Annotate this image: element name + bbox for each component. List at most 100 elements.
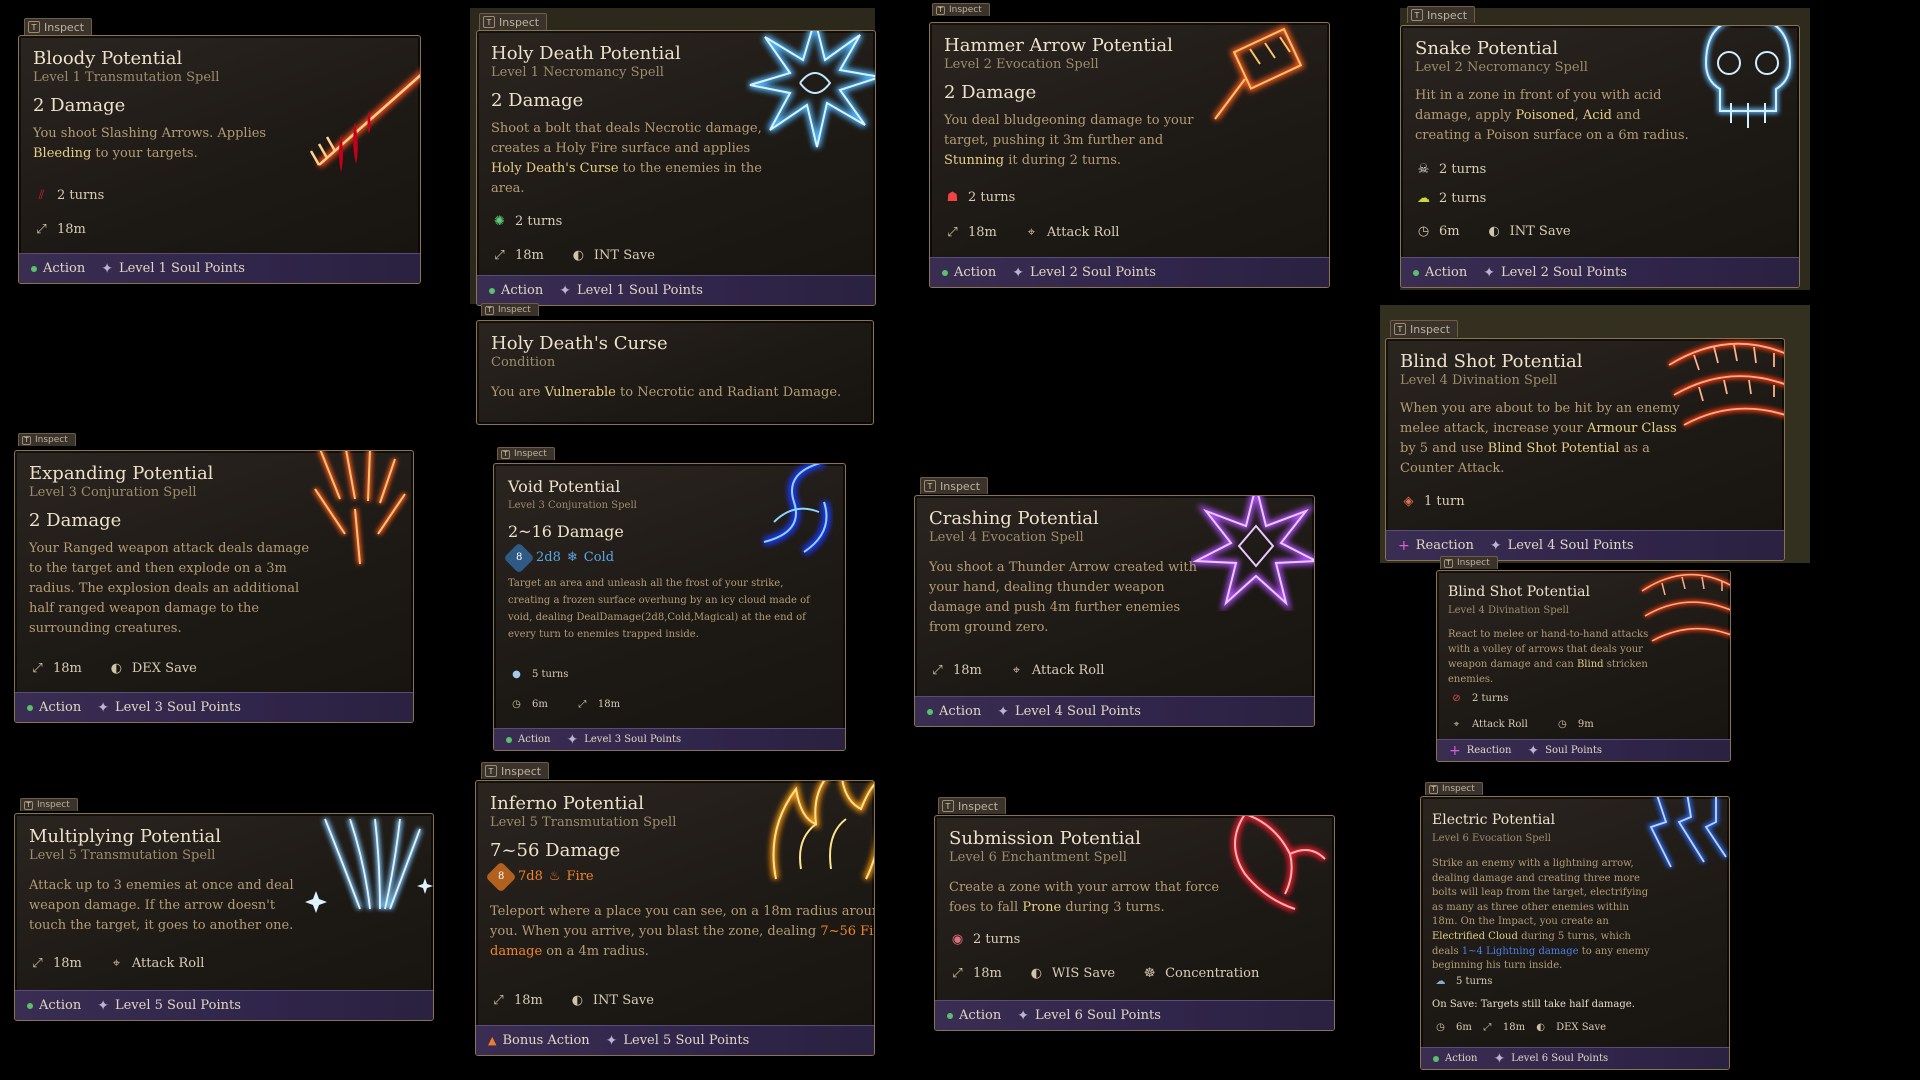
save-icon: ◐ bbox=[110, 661, 123, 676]
bleeding-icon: ⫽ bbox=[38, 188, 45, 203]
spell-subtitle: Level 4 Evocation Spell bbox=[929, 530, 1084, 545]
spell-card-hammer-arrow-potential: Hammer Arrow Potential Level 2 Evocation… bbox=[929, 22, 1330, 288]
radius-icon: ◷ bbox=[1557, 719, 1567, 730]
poisoned-icon: ☠ bbox=[1417, 162, 1430, 177]
action-dot-icon bbox=[947, 1012, 953, 1019]
spell-damage: 2 Damage bbox=[33, 95, 126, 116]
spell-subtitle: Level 3 Conjuration Spell bbox=[508, 500, 637, 511]
spell-card-multiplying-potential: Multiplying Potential Level 5 Transmutat… bbox=[14, 813, 434, 1021]
spell-title: Submission Potential bbox=[949, 828, 1141, 849]
spell-subtitle: Level 6 Evocation Spell bbox=[1432, 833, 1551, 844]
save-icon: ◐ bbox=[572, 248, 585, 263]
spell-card-electric-potential: Electric Potential Level 6 Evocation Spe… bbox=[1420, 796, 1730, 1070]
spell-card-void-potential: Void Potential Level 3 Conjuration Spell… bbox=[493, 463, 846, 751]
inspect-tag[interactable]: T Inspect bbox=[24, 18, 93, 35]
inspect-tag[interactable]: T Inspect bbox=[1425, 782, 1483, 795]
soul-points-icon: ✦ bbox=[97, 699, 109, 716]
spell-title: Inferno Potential bbox=[490, 793, 644, 814]
stat-duration: ☗ 2 turns bbox=[944, 190, 1016, 205]
spell-damage: 2 Damage bbox=[491, 90, 584, 111]
spell-card-blind-shot-potential-variant: Blind Shot Potential Level 4 Divination … bbox=[1436, 570, 1731, 762]
soul-points-icon: ✦ bbox=[1489, 537, 1502, 554]
action-dot-icon bbox=[942, 269, 948, 276]
electrified-cloud-icon: ☁ bbox=[1435, 976, 1446, 987]
spell-description: Teleport where a place you can see, on a… bbox=[490, 904, 875, 959]
soul-points-icon: ✦ bbox=[997, 703, 1009, 720]
inspect-tag[interactable]: T Inspect bbox=[938, 797, 1007, 814]
inspect-tag[interactable]: T Inspect bbox=[497, 447, 555, 460]
inspect-tag[interactable]: T Inspect bbox=[920, 477, 989, 494]
spell-title: Crashing Potential bbox=[929, 508, 1099, 529]
action-dot-icon bbox=[1433, 1055, 1439, 1062]
stat-duration: ☁ 5 turns bbox=[1432, 976, 1493, 987]
inspect-tag[interactable]: T Inspect bbox=[1440, 556, 1498, 569]
stat-range-roll: ⤢ 18m ⌖ Attack Roll bbox=[944, 225, 1119, 240]
condition-card-holy-deaths-curse: Holy Death's Curse Condition You are Vul… bbox=[476, 320, 874, 425]
spell-subtitle: Level 2 Evocation Spell bbox=[944, 57, 1099, 72]
spell-damage: 2~16 Damage bbox=[508, 522, 624, 541]
inspect-tag[interactable]: T Inspect bbox=[18, 433, 76, 446]
spell-damage: 2 Damage bbox=[944, 82, 1037, 103]
spell-card-bloody-potential: Bloody Potential Level 1 Transmutation S… bbox=[18, 35, 421, 284]
bonus-action-icon: ▲ bbox=[488, 1034, 497, 1047]
action-dot-icon bbox=[506, 736, 512, 743]
spell-title: Electric Potential bbox=[1432, 812, 1556, 828]
acid-icon: ☁ bbox=[1417, 191, 1430, 206]
range-icon: ⤢ bbox=[32, 661, 43, 676]
spell-footer: Action ✦ Level 6 Soul Points bbox=[1421, 1047, 1729, 1069]
range-icon: ⤢ bbox=[494, 248, 505, 263]
stunned-icon: ☗ bbox=[946, 190, 959, 205]
spell-card-submission-potential: Submission Potential Level 6 Enchantment… bbox=[934, 815, 1335, 1031]
spell-card-crashing-potential: Crashing Potential Level 4 Evocation Spe… bbox=[914, 495, 1315, 727]
inspect-tag[interactable]: T Inspect bbox=[481, 303, 539, 316]
inspect-tag[interactable]: T Inspect bbox=[932, 3, 990, 16]
spell-title: Holy Death Potential bbox=[491, 43, 681, 64]
stat-range-roll: ⤢ 18m ⌖ Attack Roll bbox=[929, 663, 1104, 678]
armour-buff-icon: ◈ bbox=[1403, 494, 1414, 509]
spell-subtitle: Level 1 Necromancy Spell bbox=[491, 65, 664, 80]
spell-footer: Action ✦ Level 3 Soul Points bbox=[494, 728, 845, 750]
stat-duration-acid: ☁ 2 turns bbox=[1417, 191, 1487, 206]
action-dot-icon bbox=[927, 708, 933, 715]
spell-title: Hammer Arrow Potential bbox=[944, 35, 1173, 56]
spell-footer: Action ✦ Level 2 Soul Points bbox=[930, 257, 1329, 287]
d8-dice-icon: 8 bbox=[485, 861, 517, 893]
range-icon: ⤢ bbox=[36, 222, 47, 237]
spell-title: Blind Shot Potential bbox=[1448, 584, 1590, 600]
damage-dice: 8 2d8 ❄ Cold bbox=[503, 542, 831, 574]
inspect-tag[interactable]: T Inspect bbox=[481, 762, 550, 779]
spell-subtitle: Level 3 Conjuration Spell bbox=[29, 485, 197, 500]
range-icon: ⤢ bbox=[932, 663, 943, 678]
spell-description: Attack up to 3 enemies at once and deal w… bbox=[29, 878, 294, 933]
attack-roll-icon: ⌖ bbox=[1012, 663, 1021, 678]
spell-title: Expanding Potential bbox=[29, 463, 214, 484]
stat-radius-save: ◷ 6m ◐ INT Save bbox=[1415, 224, 1571, 239]
inspect-tag[interactable]: T Inspect bbox=[1407, 6, 1476, 23]
inspect-tag[interactable]: T Inspect bbox=[1390, 320, 1459, 337]
fire-icon: ♨ bbox=[548, 869, 561, 884]
radius-icon: ◷ bbox=[1417, 224, 1430, 239]
save-icon: ◐ bbox=[1488, 224, 1500, 239]
cold-icon: ❄ bbox=[566, 550, 578, 565]
soul-points-icon: ✦ bbox=[1527, 742, 1540, 759]
soul-points-icon: ✦ bbox=[1012, 264, 1024, 281]
inspect-tag[interactable]: T Inspect bbox=[479, 13, 548, 30]
range-icon: ⤢ bbox=[493, 993, 504, 1008]
tooltip-collage: T Inspect Bloody Potential Level 1 Transm… bbox=[0, 0, 1920, 1080]
action-dot-icon bbox=[27, 704, 33, 711]
blinded-icon: ⊘ bbox=[1452, 693, 1461, 704]
stat-duration: ◈ 1 turn bbox=[1400, 494, 1465, 509]
radius-icon: ◷ bbox=[1436, 1022, 1445, 1033]
damage-dice: 8 7d8 ♨ Fire bbox=[485, 861, 860, 893]
spell-description: Your Ranged weapon attack deals damage to… bbox=[29, 541, 310, 636]
prone-icon: ◉ bbox=[951, 932, 964, 947]
on-save-note: On Save: Targets still take half damage. bbox=[1432, 999, 1635, 1010]
condition-description: You are Vulnerable to Necrotic and Radia… bbox=[491, 385, 842, 400]
stat-range-roll: ⤢ 18m ⌖ Attack Roll bbox=[29, 956, 204, 971]
inspect-tag[interactable]: T Inspect bbox=[20, 798, 78, 811]
soul-points-icon: ✦ bbox=[97, 997, 109, 1014]
stat-duration: ● 5 turns bbox=[508, 669, 568, 680]
spell-description: Hit in a zone in front of you with acid d… bbox=[1415, 88, 1689, 143]
stat-range-save: ⤢ 18m ◐ DEX Save bbox=[29, 661, 197, 676]
stat-duration-poisoned: ☠ 2 turns bbox=[1415, 162, 1487, 177]
